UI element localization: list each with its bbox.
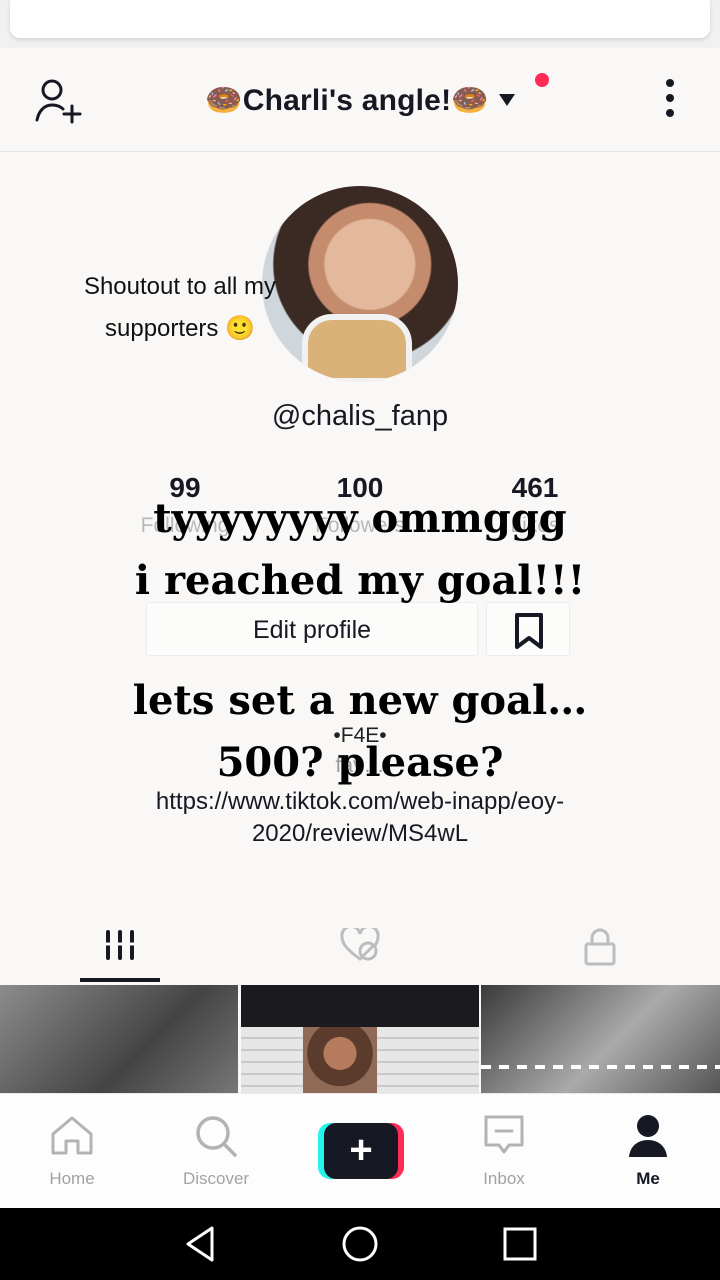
video-thumbnail-3[interactable] — [481, 985, 720, 1093]
liked-hidden-icon — [340, 928, 380, 961]
profile-tabs — [0, 918, 720, 982]
thumbnail-detail — [481, 1065, 720, 1069]
thumbnail-detail — [303, 1027, 377, 1093]
bottom-nav: Home Discover + Inbox Me — [0, 1093, 720, 1208]
profile-icon — [629, 1115, 667, 1157]
nav-label: Discover — [182, 1169, 250, 1188]
account-switcher[interactable]: 🍩Charli's angle!🍩 — [0, 78, 720, 122]
page-title: 🍩Charli's angle!🍩 — [205, 83, 489, 117]
caption-line: lets set a new goal… — [132, 677, 588, 724]
nav-me[interactable]: Me — [576, 1094, 720, 1209]
caption-line: i reached my goal!!! — [134, 557, 586, 604]
caption-overlay-top: tyyyyyyyy ommggg i reached my goal!!! — [0, 488, 720, 612]
nav-label: Inbox — [483, 1169, 525, 1188]
home-icon — [51, 1116, 93, 1155]
lock-icon — [584, 928, 616, 966]
tab-private[interactable] — [520, 918, 680, 982]
tab-liked[interactable] — [280, 918, 440, 982]
tab-videos[interactable] — [40, 918, 200, 982]
bio-link[interactable]: https://www.tiktok.com/web-inapp/eoy-202… — [60, 786, 660, 850]
back-icon[interactable] — [180, 1224, 220, 1264]
videos-grid-icon — [103, 930, 137, 960]
caption-overlay-bottom: lets set a new goal… 500? please? — [0, 670, 720, 794]
video-thumbnail-1[interactable] — [0, 985, 238, 1093]
nav-label: Me — [636, 1169, 660, 1188]
username: @chalis_fanp — [271, 400, 449, 432]
bookmark-icon — [515, 613, 543, 649]
top-strip — [0, 0, 720, 48]
create-button[interactable]: + — [318, 1123, 404, 1179]
plus-icon: + — [324, 1123, 398, 1179]
notification-dot — [535, 73, 549, 87]
active-tab-indicator — [80, 978, 160, 982]
nav-label: Home — [49, 1169, 95, 1188]
video-grid — [0, 985, 720, 1093]
home-button-icon[interactable] — [340, 1224, 380, 1264]
search-bar[interactable] — [10, 0, 710, 38]
nav-inbox[interactable]: Inbox — [432, 1094, 576, 1209]
avatar-detail — [302, 314, 412, 382]
video-thumbnail-2[interactable] — [241, 985, 479, 1093]
recents-icon[interactable] — [500, 1224, 540, 1264]
more-vertical-icon[interactable] — [660, 78, 680, 122]
nav-create[interactable]: + — [288, 1094, 432, 1209]
profile-header: 🍩Charli's angle!🍩 — [0, 48, 720, 152]
avatar-sticker-text: Shoutout to all my supporters 🙂 — [83, 273, 277, 342]
system-nav-bar — [0, 1208, 720, 1280]
inbox-icon — [484, 1115, 524, 1154]
chevron-down-icon — [498, 94, 515, 106]
caption-line: 500? please? — [216, 739, 504, 786]
caption-line: tyyyyyyyy ommggg — [153, 495, 567, 542]
nav-discover[interactable]: Discover — [144, 1094, 288, 1209]
search-icon — [196, 1116, 237, 1157]
nav-home[interactable]: Home — [0, 1094, 144, 1209]
